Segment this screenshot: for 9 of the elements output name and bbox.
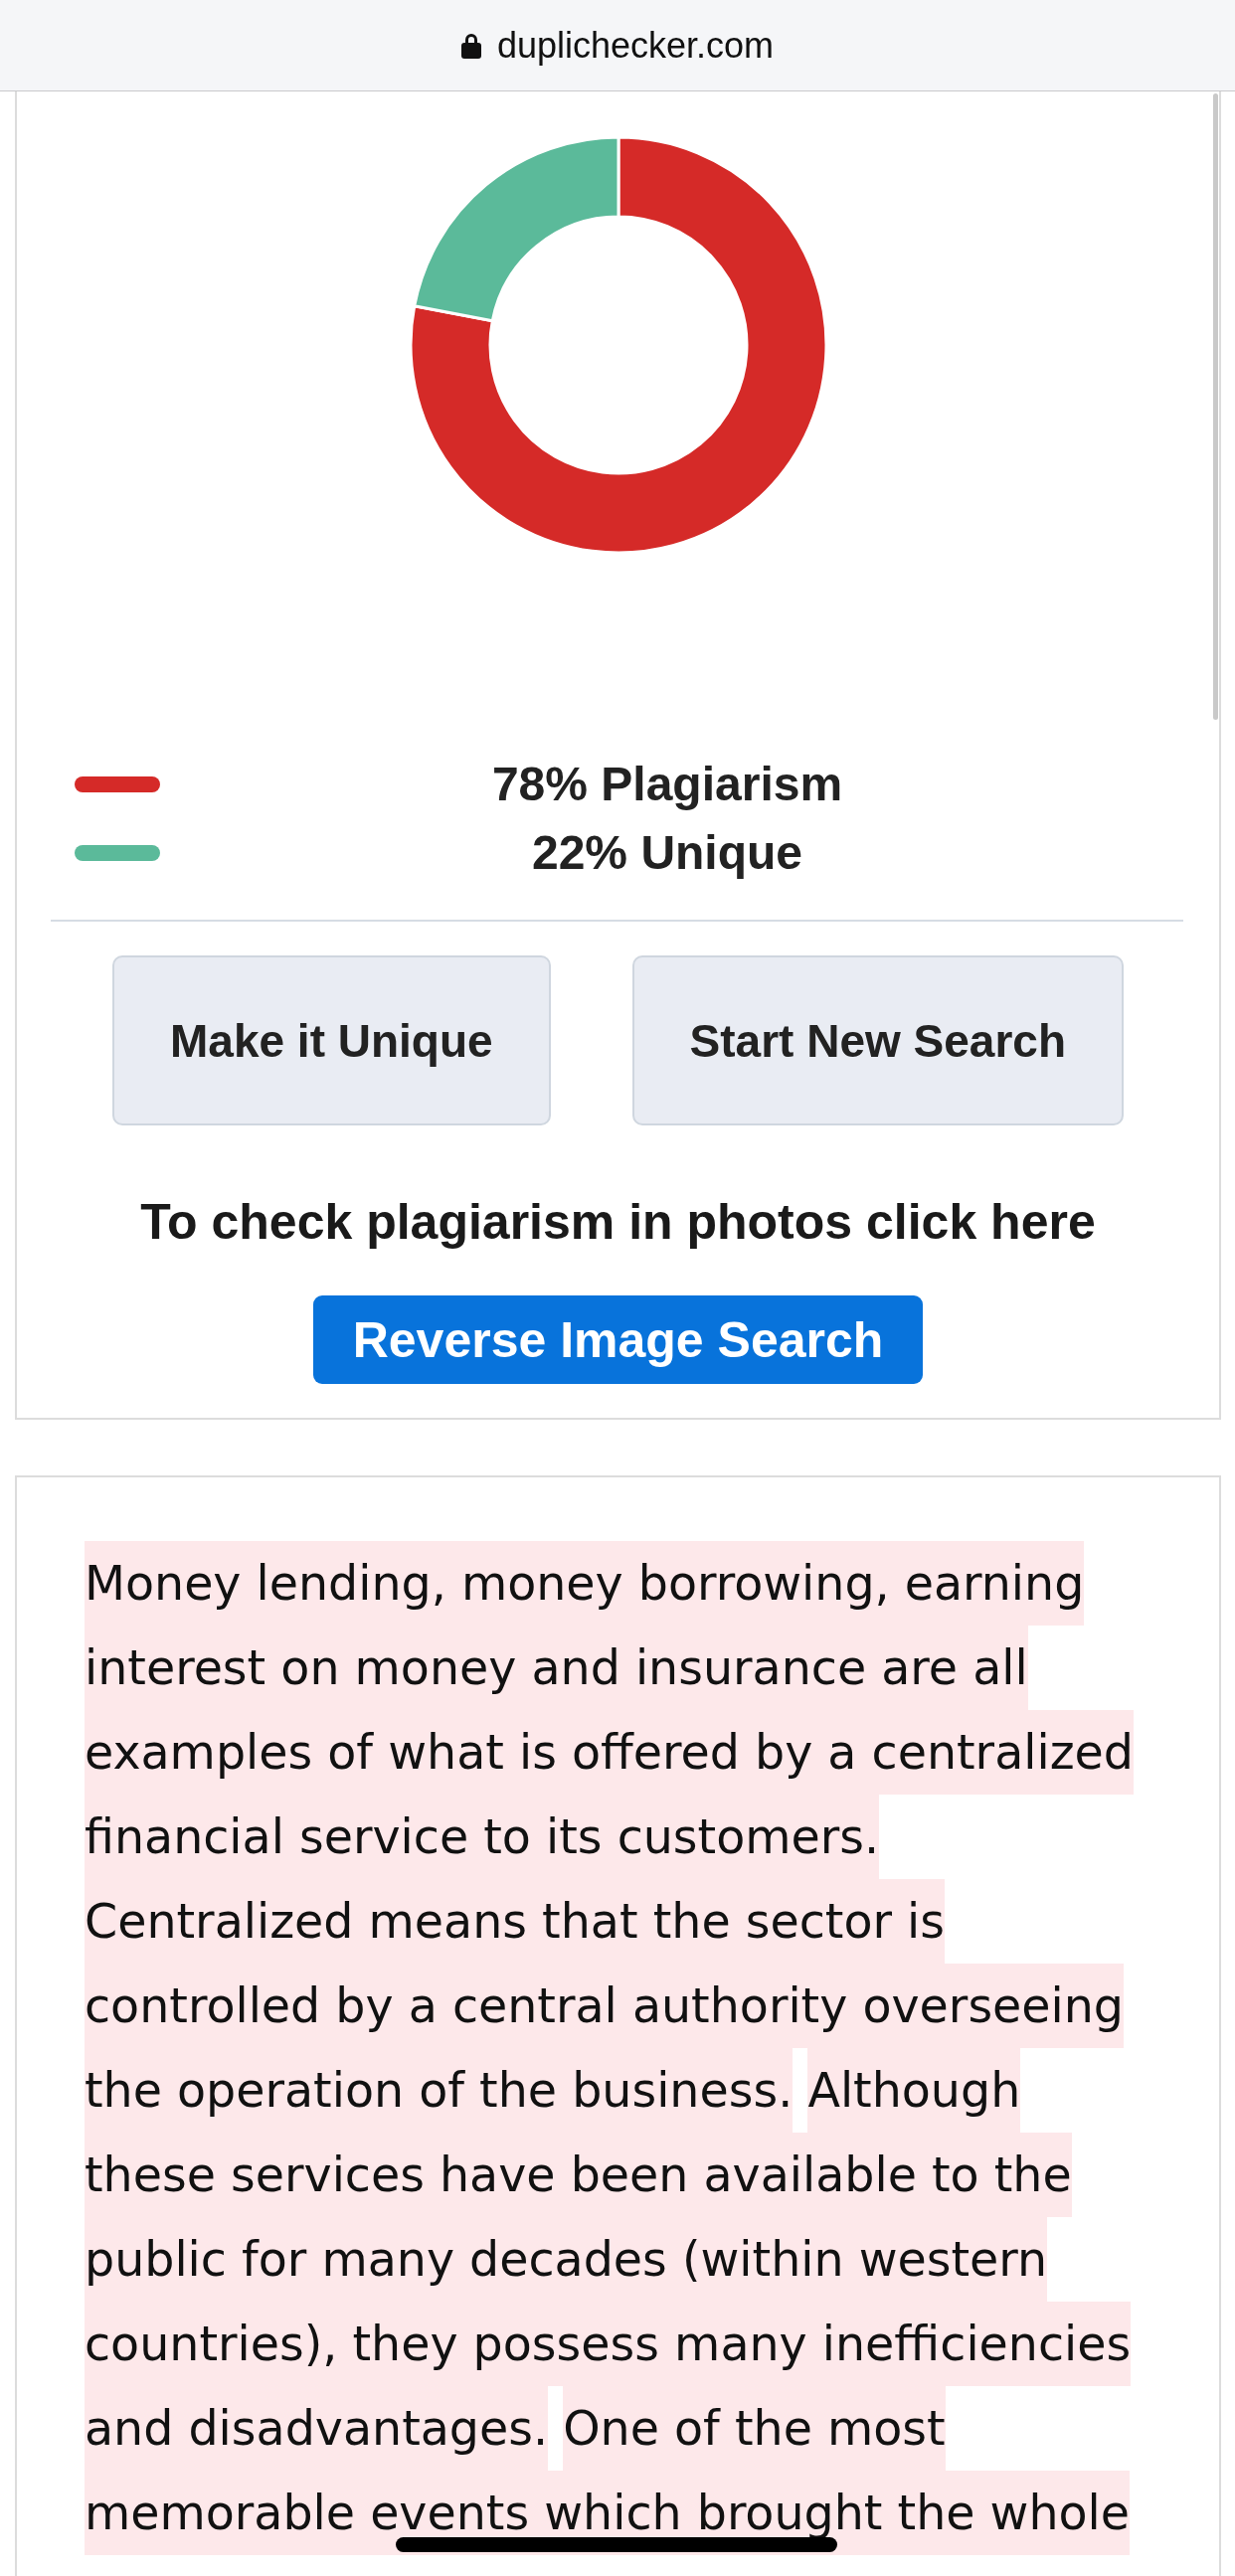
reverse-image-search-button[interactable]: Reverse Image Search	[312, 1295, 924, 1384]
url-text: duplichecker.com	[496, 27, 775, 64]
legend-label: 78% Plagiarism	[490, 760, 844, 808]
action-button[interactable]: Make it Unique	[112, 955, 551, 1125]
checked-paragraph: Money lending, money borrowing, earning interest on money and insurance are all examples of what is offered by a centralized financial service to its customers. Centralized means that the sector is controlled by a central authority overseeing the operation of the business. Although these services have been available to the public for many decades (within western countries), they possess many inefficiencies and disadvantages. One of the most memorable events which brought the whole	[85, 1541, 1150, 2555]
address-bar[interactable]: duplichecker.com	[0, 0, 1235, 91]
legend-label: 22% Unique	[530, 828, 804, 877]
action-button[interactable]: Start New Search	[631, 955, 1124, 1125]
photo-prompt-text: To check plagiarism in photos click here	[140, 1193, 1096, 1252]
